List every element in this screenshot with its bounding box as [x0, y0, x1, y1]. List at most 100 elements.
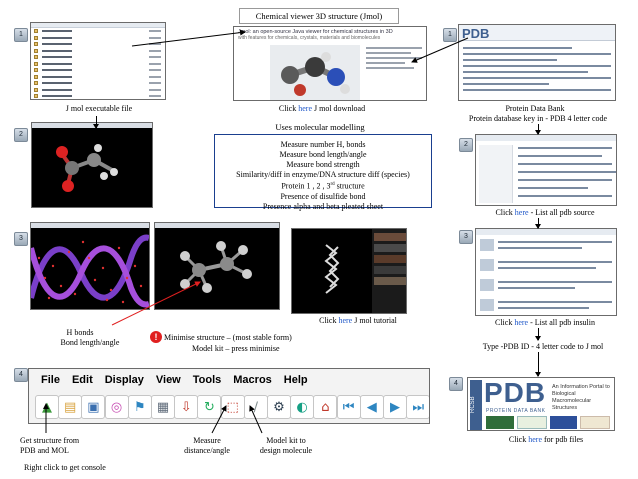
jmol-download-caption: Click here J mol download: [278, 104, 366, 113]
type-pdb-caption: Type -PDB ID - 4 letter code to J mol: [482, 342, 604, 351]
pdb-logo-sub: PROTEIN DATA BANK: [486, 408, 546, 414]
previous-frame-button[interactable]: ◀: [359, 395, 384, 419]
dna-helix-render: [31, 234, 149, 308]
modelling-heading: Uses molecular modelling: [275, 122, 365, 132]
arrow-pdb-to-source: [535, 124, 541, 135]
hbonds-caption-line2: Bond length/angle: [60, 338, 120, 347]
select-button[interactable]: ⬚: [220, 395, 245, 419]
menu-edit[interactable]: Edit: [72, 374, 93, 386]
modelling-uses-box: Measure number H, bonds Measure bond len…: [214, 134, 432, 211]
menu-display[interactable]: Display: [105, 374, 144, 386]
get-structure-caption-line1: Get structure from: [20, 436, 80, 445]
save-icon: ▣: [87, 399, 100, 415]
menu-help[interactable]: Help: [284, 374, 308, 386]
pdb-website-screenshot: PDB: [458, 24, 616, 101]
jmol-site-subline: with features for chemicals, crystals, m…: [238, 35, 381, 41]
pdb-files-link[interactable]: here: [528, 435, 542, 444]
modelling-item: Measure bond strength: [286, 160, 360, 169]
lookup-button[interactable]: ⚑: [127, 395, 152, 419]
jmol-download-link[interactable]: here: [298, 104, 312, 113]
model-kit-icon: ⚙: [273, 399, 285, 415]
measure-icon: ∕: [253, 399, 258, 415]
pdb-source-list-screenshot: [475, 134, 617, 206]
modelling-item: Protein 1 , 2 , 3rd structure: [281, 181, 365, 191]
open-folder-icon: ▤: [64, 399, 77, 415]
last-frame-button[interactable]: ⏭: [406, 395, 429, 419]
home-button[interactable]: ⌂: [313, 395, 338, 419]
last-frame-icon: ⏭: [412, 399, 425, 415]
modelling-item: Similarity/diff in enzyme/DNA structure …: [236, 170, 410, 179]
step-badge-2-left: 2: [14, 128, 28, 142]
open-file-button[interactable]: ▲: [35, 395, 59, 419]
pdb-logo-tagline-1: An Information Portal to: [552, 384, 610, 390]
menu-tools[interactable]: Tools: [193, 374, 222, 386]
page-title: Chemical viewer 3D structure (Jmol): [239, 8, 399, 24]
get-structure-caption-line2: PDB and MOL: [20, 446, 69, 455]
step-badge-3-right: 3: [459, 230, 473, 244]
minimise-caption-line1: Minimise structure – (most stable form): [164, 333, 292, 342]
modelling-item: Measure number H, bonds: [280, 140, 366, 149]
step-badge-4-right: 4: [449, 377, 463, 391]
first-frame-icon: ⏮: [342, 399, 355, 415]
previous-frame-icon: ◀: [366, 399, 377, 415]
menu-macros[interactable]: Macros: [233, 374, 272, 386]
save-button[interactable]: ▣: [81, 395, 106, 419]
model-kit-button[interactable]: ⚙: [267, 395, 291, 419]
arrow-insulin-to-type: [535, 328, 541, 341]
file-browser-screenshot: [30, 22, 166, 100]
rotate-button[interactable]: ↻: [197, 395, 222, 419]
cd-button[interactable]: ◎: [104, 395, 129, 419]
select-icon: ⬚: [226, 399, 239, 415]
molecule-viewer-screenshot: [31, 122, 153, 208]
pdb-source-link[interactable]: here: [515, 208, 529, 217]
pdb-logo-tagline-2: Biological Macromolecular Structures: [552, 391, 592, 411]
ethane-viewer-screenshot: [154, 222, 280, 310]
acetic-acid-render: [56, 144, 118, 192]
export-icon: ⇩: [180, 399, 192, 415]
pdb-site-logo: PDB: [462, 26, 490, 41]
jmol-tutorial-caption: Click here J mol tutorial: [319, 316, 397, 325]
measure-button[interactable]: ∕: [243, 395, 268, 419]
open-folder-button[interactable]: ▤: [58, 395, 83, 419]
pdb-insulin-link[interactable]: here: [514, 318, 528, 327]
modelling-item: Measure bond length/angle: [279, 150, 367, 159]
arrow-exe-to-molecule: [93, 116, 99, 129]
arrow-source-to-insulin: [535, 218, 541, 229]
jmol-website-screenshot: Jmol: an open-source Java viewer for che…: [233, 26, 427, 101]
open-file-icon: ▲: [42, 399, 52, 415]
spin-button[interactable]: ◐: [290, 395, 315, 419]
modelling-item: Presence of disulfide bond: [280, 191, 366, 201]
print-button[interactable]: ▦: [151, 395, 175, 419]
pdb-files-caption: Click here for pdb files: [508, 435, 584, 444]
menu-file[interactable]: File: [41, 374, 60, 386]
jmol-site-headline: Jmol: an open-source Java viewer for che…: [238, 29, 393, 35]
step-badge-4-left: 4: [14, 368, 28, 382]
modelkit-caption-line2: design molecule: [259, 446, 313, 455]
step-badge-1-left: 1: [14, 28, 28, 42]
jmol-tutorial-screenshot: [291, 228, 407, 314]
pdb-source-caption: Click here - List all pdb source: [495, 208, 595, 217]
rcsb-label: RCSB: [470, 380, 482, 430]
hbonds-caption-line1: H bonds: [66, 328, 94, 337]
jmol-tutorial-link[interactable]: here: [338, 316, 352, 325]
pdb-caption-line1: Protein Data Bank: [505, 104, 565, 113]
pdb-insulin-list-screenshot: [475, 228, 617, 316]
export-button[interactable]: ⇩: [174, 395, 199, 419]
spin-icon: ◐: [296, 399, 308, 415]
pdb-insulin-caption: Click here - List all pdb insulin: [495, 318, 595, 327]
home-icon: ⌂: [321, 399, 330, 415]
pdb-logo-letters: PDB: [484, 377, 547, 408]
menu-view[interactable]: View: [156, 374, 181, 386]
next-frame-button[interactable]: ▶: [383, 395, 407, 419]
rotate-icon: ↻: [203, 399, 215, 415]
first-frame-button[interactable]: ⏮: [336, 395, 361, 419]
step-badge-3-left: 3: [14, 232, 28, 246]
lookup-icon: ⚑: [133, 399, 146, 415]
step-badge-2-right: 2: [459, 138, 473, 152]
arrow-type-to-logo: [535, 352, 541, 377]
ethane-render: [180, 241, 252, 293]
print-icon: ▦: [156, 399, 170, 415]
measure-caption-line1: Measure: [193, 436, 221, 445]
cd-icon: ◎: [110, 399, 123, 415]
warning-icon: !: [150, 331, 162, 343]
